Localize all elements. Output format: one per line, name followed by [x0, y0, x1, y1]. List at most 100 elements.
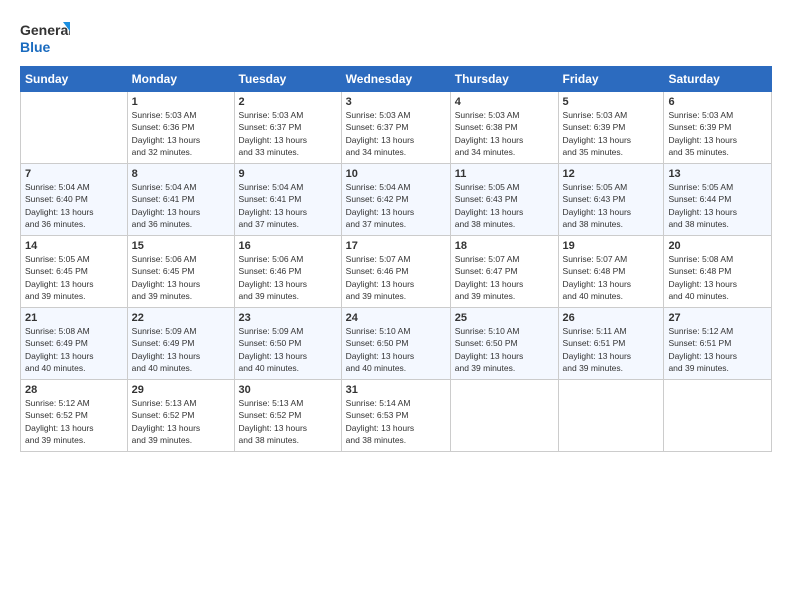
day-info: Sunrise: 5:12 AMSunset: 6:51 PMDaylight:… [668, 325, 767, 374]
day-info: Sunrise: 5:05 AMSunset: 6:43 PMDaylight:… [455, 181, 554, 230]
day-number: 29 [132, 384, 230, 396]
day-number: 23 [239, 312, 337, 324]
day-number: 1 [132, 96, 230, 108]
svg-text:Blue: Blue [20, 39, 51, 55]
calendar-cell: 4Sunrise: 5:03 AMSunset: 6:38 PMDaylight… [450, 92, 558, 164]
day-number: 21 [25, 312, 123, 324]
calendar-cell: 17Sunrise: 5:07 AMSunset: 6:46 PMDayligh… [341, 236, 450, 308]
day-info: Sunrise: 5:10 AMSunset: 6:50 PMDaylight:… [455, 325, 554, 374]
day-info: Sunrise: 5:06 AMSunset: 6:46 PMDaylight:… [239, 253, 337, 302]
calendar-cell: 24Sunrise: 5:10 AMSunset: 6:50 PMDayligh… [341, 308, 450, 380]
weekday-header-row: SundayMondayTuesdayWednesdayThursdayFrid… [21, 67, 772, 92]
day-info: Sunrise: 5:07 AMSunset: 6:46 PMDaylight:… [346, 253, 446, 302]
calendar-cell: 12Sunrise: 5:05 AMSunset: 6:43 PMDayligh… [558, 164, 664, 236]
week-row-4: 21Sunrise: 5:08 AMSunset: 6:49 PMDayligh… [21, 308, 772, 380]
day-number: 24 [346, 312, 446, 324]
day-number: 31 [346, 384, 446, 396]
day-number: 17 [346, 240, 446, 252]
calendar-cell: 25Sunrise: 5:10 AMSunset: 6:50 PMDayligh… [450, 308, 558, 380]
day-info: Sunrise: 5:04 AMSunset: 6:42 PMDaylight:… [346, 181, 446, 230]
day-number: 16 [239, 240, 337, 252]
calendar-cell [450, 380, 558, 452]
weekday-header-thursday: Thursday [450, 67, 558, 92]
day-info: Sunrise: 5:07 AMSunset: 6:47 PMDaylight:… [455, 253, 554, 302]
calendar-cell: 26Sunrise: 5:11 AMSunset: 6:51 PMDayligh… [558, 308, 664, 380]
week-row-2: 7Sunrise: 5:04 AMSunset: 6:40 PMDaylight… [21, 164, 772, 236]
calendar-cell: 19Sunrise: 5:07 AMSunset: 6:48 PMDayligh… [558, 236, 664, 308]
calendar-cell: 27Sunrise: 5:12 AMSunset: 6:51 PMDayligh… [664, 308, 772, 380]
day-info: Sunrise: 5:14 AMSunset: 6:53 PMDaylight:… [346, 397, 446, 446]
day-number: 26 [563, 312, 660, 324]
day-info: Sunrise: 5:07 AMSunset: 6:48 PMDaylight:… [563, 253, 660, 302]
day-number: 30 [239, 384, 337, 396]
day-number: 20 [668, 240, 767, 252]
day-number: 25 [455, 312, 554, 324]
calendar-cell [664, 380, 772, 452]
day-number: 6 [668, 96, 767, 108]
calendar-cell: 2Sunrise: 5:03 AMSunset: 6:37 PMDaylight… [234, 92, 341, 164]
day-number: 4 [455, 96, 554, 108]
calendar-cell: 15Sunrise: 5:06 AMSunset: 6:45 PMDayligh… [127, 236, 234, 308]
day-number: 28 [25, 384, 123, 396]
day-number: 2 [239, 96, 337, 108]
calendar-cell: 3Sunrise: 5:03 AMSunset: 6:37 PMDaylight… [341, 92, 450, 164]
calendar-cell [558, 380, 664, 452]
calendar-cell: 23Sunrise: 5:09 AMSunset: 6:50 PMDayligh… [234, 308, 341, 380]
day-info: Sunrise: 5:09 AMSunset: 6:49 PMDaylight:… [132, 325, 230, 374]
day-number: 11 [455, 168, 554, 180]
calendar-cell: 11Sunrise: 5:05 AMSunset: 6:43 PMDayligh… [450, 164, 558, 236]
calendar-cell: 6Sunrise: 5:03 AMSunset: 6:39 PMDaylight… [664, 92, 772, 164]
day-info: Sunrise: 5:10 AMSunset: 6:50 PMDaylight:… [346, 325, 446, 374]
calendar-cell: 8Sunrise: 5:04 AMSunset: 6:41 PMDaylight… [127, 164, 234, 236]
calendar-cell: 28Sunrise: 5:12 AMSunset: 6:52 PMDayligh… [21, 380, 128, 452]
week-row-5: 28Sunrise: 5:12 AMSunset: 6:52 PMDayligh… [21, 380, 772, 452]
svg-text:General: General [20, 22, 70, 38]
weekday-header-saturday: Saturday [664, 67, 772, 92]
weekday-header-friday: Friday [558, 67, 664, 92]
week-row-1: 1Sunrise: 5:03 AMSunset: 6:36 PMDaylight… [21, 92, 772, 164]
day-info: Sunrise: 5:13 AMSunset: 6:52 PMDaylight:… [239, 397, 337, 446]
weekday-header-wednesday: Wednesday [341, 67, 450, 92]
day-number: 7 [25, 168, 123, 180]
calendar-page: General Blue SundayMondayTuesdayWednesda… [0, 0, 792, 612]
calendar-cell: 9Sunrise: 5:04 AMSunset: 6:41 PMDaylight… [234, 164, 341, 236]
day-info: Sunrise: 5:08 AMSunset: 6:49 PMDaylight:… [25, 325, 123, 374]
day-info: Sunrise: 5:05 AMSunset: 6:45 PMDaylight:… [25, 253, 123, 302]
calendar-cell: 5Sunrise: 5:03 AMSunset: 6:39 PMDaylight… [558, 92, 664, 164]
day-number: 15 [132, 240, 230, 252]
day-number: 3 [346, 96, 446, 108]
calendar-cell: 7Sunrise: 5:04 AMSunset: 6:40 PMDaylight… [21, 164, 128, 236]
day-info: Sunrise: 5:12 AMSunset: 6:52 PMDaylight:… [25, 397, 123, 446]
day-info: Sunrise: 5:03 AMSunset: 6:36 PMDaylight:… [132, 109, 230, 158]
day-number: 19 [563, 240, 660, 252]
day-number: 22 [132, 312, 230, 324]
calendar-cell: 22Sunrise: 5:09 AMSunset: 6:49 PMDayligh… [127, 308, 234, 380]
week-row-3: 14Sunrise: 5:05 AMSunset: 6:45 PMDayligh… [21, 236, 772, 308]
day-info: Sunrise: 5:06 AMSunset: 6:45 PMDaylight:… [132, 253, 230, 302]
day-number: 12 [563, 168, 660, 180]
day-info: Sunrise: 5:08 AMSunset: 6:48 PMDaylight:… [668, 253, 767, 302]
calendar-cell: 20Sunrise: 5:08 AMSunset: 6:48 PMDayligh… [664, 236, 772, 308]
day-info: Sunrise: 5:03 AMSunset: 6:39 PMDaylight:… [563, 109, 660, 158]
day-info: Sunrise: 5:04 AMSunset: 6:40 PMDaylight:… [25, 181, 123, 230]
calendar-cell: 30Sunrise: 5:13 AMSunset: 6:52 PMDayligh… [234, 380, 341, 452]
weekday-header-monday: Monday [127, 67, 234, 92]
day-info: Sunrise: 5:11 AMSunset: 6:51 PMDaylight:… [563, 325, 660, 374]
day-number: 8 [132, 168, 230, 180]
day-info: Sunrise: 5:03 AMSunset: 6:38 PMDaylight:… [455, 109, 554, 158]
day-number: 18 [455, 240, 554, 252]
day-info: Sunrise: 5:03 AMSunset: 6:37 PMDaylight:… [239, 109, 337, 158]
calendar-table: SundayMondayTuesdayWednesdayThursdayFrid… [20, 66, 772, 452]
day-number: 9 [239, 168, 337, 180]
calendar-cell: 31Sunrise: 5:14 AMSunset: 6:53 PMDayligh… [341, 380, 450, 452]
calendar-cell: 14Sunrise: 5:05 AMSunset: 6:45 PMDayligh… [21, 236, 128, 308]
day-info: Sunrise: 5:13 AMSunset: 6:52 PMDaylight:… [132, 397, 230, 446]
day-info: Sunrise: 5:09 AMSunset: 6:50 PMDaylight:… [239, 325, 337, 374]
day-info: Sunrise: 5:03 AMSunset: 6:37 PMDaylight:… [346, 109, 446, 158]
day-info: Sunrise: 5:03 AMSunset: 6:39 PMDaylight:… [668, 109, 767, 158]
day-number: 27 [668, 312, 767, 324]
calendar-cell: 13Sunrise: 5:05 AMSunset: 6:44 PMDayligh… [664, 164, 772, 236]
calendar-cell: 1Sunrise: 5:03 AMSunset: 6:36 PMDaylight… [127, 92, 234, 164]
day-info: Sunrise: 5:04 AMSunset: 6:41 PMDaylight:… [239, 181, 337, 230]
day-number: 5 [563, 96, 660, 108]
